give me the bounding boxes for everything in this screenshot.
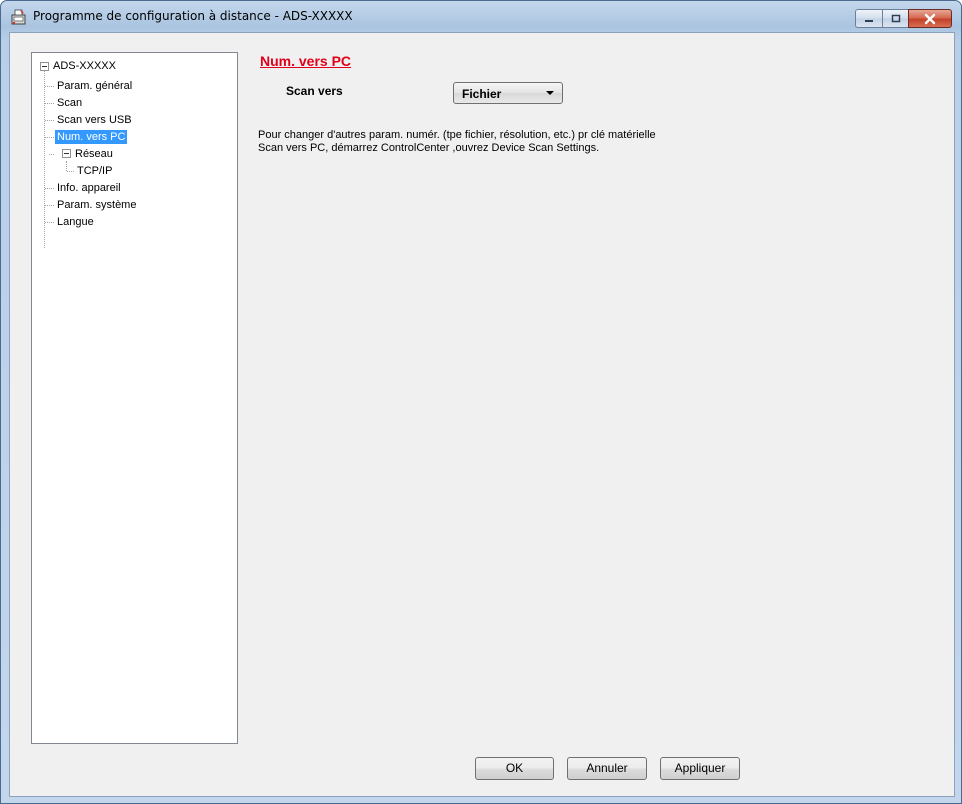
dialog-client-area: ADS-XXXXX Param. général Scan Scan vers …: [9, 32, 955, 797]
tree-item-tcpip[interactable]: TCP/IP: [75, 164, 114, 178]
tree-connector: [45, 86, 54, 87]
scan-to-label: Scan vers: [286, 84, 343, 98]
title-bar[interactable]: Programme de configuration à distance - …: [1, 1, 961, 33]
tree-item-device-info[interactable]: Info. appareil: [55, 181, 123, 195]
app-window: Programme de configuration à distance - …: [0, 0, 962, 804]
maximize-button[interactable]: [882, 9, 908, 28]
tree-connector: [45, 205, 54, 206]
apply-button[interactable]: Appliquer: [660, 757, 740, 780]
info-line-1: Pour changer d'autres param. numér. (tpe…: [258, 129, 656, 141]
tree-connector: [45, 103, 54, 104]
tree-connector: [67, 171, 74, 172]
remote-setup-app-icon[interactable]: [10, 9, 27, 26]
window-title: Programme de configuration à distance - …: [33, 9, 353, 23]
tree-item-scan-to-pc[interactable]: Num. vers PC: [55, 130, 128, 144]
close-icon: [924, 13, 936, 24]
ok-button[interactable]: OK: [475, 757, 554, 780]
maximize-icon: [891, 14, 900, 22]
tree-connector: [45, 188, 54, 189]
tree-connector: [66, 161, 67, 171]
tree-connector: [44, 66, 45, 248]
tree-item-scan[interactable]: Scan: [55, 96, 84, 110]
close-button[interactable]: [908, 9, 952, 28]
tree-item-network[interactable]: Réseau: [73, 147, 115, 161]
tree-connector: [45, 222, 54, 223]
tree-connector: [49, 154, 54, 155]
caption-buttons: [855, 9, 952, 30]
section-title: Num. vers PC: [260, 53, 352, 69]
tree-connector: [45, 120, 54, 121]
minimize-button[interactable]: [855, 9, 882, 28]
cancel-button[interactable]: Annuler: [567, 757, 647, 780]
collapse-network-icon[interactable]: [62, 149, 71, 158]
tree-root-device[interactable]: ADS-XXXXX: [51, 59, 118, 73]
minimize-icon: [865, 19, 873, 22]
info-message: Pour changer d'autres param. numér. (tpe…: [258, 129, 818, 155]
scan-to-value: Fichier: [462, 87, 502, 101]
tree-item-system-settings[interactable]: Param. système: [55, 198, 138, 212]
collapse-root-icon[interactable]: [40, 62, 49, 71]
dropdown-arrow-icon: [546, 91, 554, 95]
tree-connector: [45, 137, 54, 138]
tree-item-language[interactable]: Langue: [55, 215, 96, 229]
tree-item-param-general[interactable]: Param. général: [55, 79, 134, 93]
settings-tree[interactable]: ADS-XXXXX Param. général Scan Scan vers …: [31, 52, 238, 744]
info-line-2: Scan vers PC, démarrez ControlCenter ,ou…: [258, 142, 600, 154]
tree-item-scan-usb[interactable]: Scan vers USB: [55, 113, 134, 127]
scan-to-dropdown[interactable]: Fichier: [453, 82, 563, 104]
